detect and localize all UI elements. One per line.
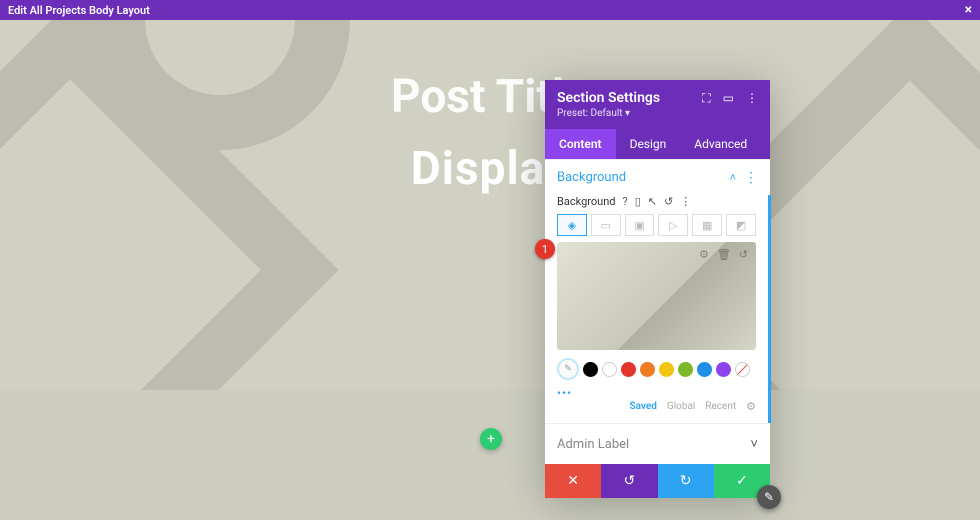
background-body: Background ? ▯ ↖ ↺ ⋮ ◈ ▭ ▣ ▷ ▦ ◩ ⚙ 🗑 ↺	[545, 195, 771, 423]
bg-type-pattern[interactable]: ▦	[692, 214, 722, 236]
close-icon[interactable]: ×	[965, 2, 972, 18]
swatch-clear[interactable]	[735, 362, 750, 377]
hero-text: Post Title Display	[0, 70, 980, 196]
bg-type-video[interactable]: ▷	[658, 214, 688, 236]
tab-advanced[interactable]: Advanced	[680, 129, 761, 159]
settings-panel: 1 Section Settings ⛶ ▭ ⋮ Preset: Default…	[545, 80, 770, 498]
palette-tab-global[interactable]: Global	[667, 401, 695, 412]
edit-fab[interactable]: ✎	[757, 485, 781, 509]
swatch-empty[interactable]	[602, 362, 617, 377]
drag-icon[interactable]: ▭	[723, 91, 734, 106]
swatch-green[interactable]	[678, 362, 693, 377]
expand-icon[interactable]: ⛶	[702, 91, 710, 106]
more-swatches-icon[interactable]: •••	[557, 386, 756, 400]
bg-type-color[interactable]: ◈	[557, 214, 587, 236]
panel-title: Section Settings	[557, 90, 660, 106]
add-section-button[interactable]: +	[480, 428, 502, 450]
tab-content[interactable]: Content	[545, 129, 616, 159]
top-bar: Edit All Projects Body Layout ×	[0, 0, 980, 20]
color-picker-button[interactable]	[557, 358, 579, 380]
swatch-red[interactable]	[621, 362, 636, 377]
canvas: Post Title Display +	[0, 20, 980, 520]
tab-design[interactable]: Design	[616, 129, 681, 159]
swatch-yellow[interactable]	[659, 362, 674, 377]
panel-header: Section Settings ⛶ ▭ ⋮ Preset: Default ▾	[545, 80, 770, 129]
panel-actions: ✕ ↺ ↻ ✓	[545, 464, 770, 498]
section-menu-icon[interactable]: ⋮	[744, 171, 758, 185]
palette-tab-recent[interactable]: Recent	[705, 401, 736, 412]
phone-icon[interactable]: ▯	[635, 195, 641, 208]
bg-type-gradient[interactable]: ▭	[591, 214, 621, 236]
top-bar-title: Edit All Projects Body Layout	[8, 4, 150, 17]
swatch-purple[interactable]	[716, 362, 731, 377]
background-label-row: Background ? ▯ ↖ ↺ ⋮	[557, 195, 756, 208]
more-icon[interactable]: ⋮	[680, 195, 691, 208]
preset-selector[interactable]: Preset: Default ▾	[557, 108, 758, 129]
panel-menu-icon[interactable]: ⋮	[746, 91, 758, 106]
background-section: Background ˄ ⋮ Background ? ▯ ↖ ↺ ⋮ ◈ ▭ …	[545, 159, 770, 423]
redo-button[interactable]: ↻	[658, 464, 714, 498]
background-heading-label: Background	[557, 170, 626, 185]
background-preview[interactable]: ⚙ 🗑 ↺	[557, 242, 756, 350]
undo-button[interactable]: ↺	[601, 464, 657, 498]
help-icon[interactable]: ?	[622, 195, 627, 208]
discard-button[interactable]: ✕	[545, 464, 601, 498]
hover-icon[interactable]: ↖	[648, 195, 657, 208]
color-swatches	[557, 358, 756, 380]
bg-type-mask[interactable]: ◩	[726, 214, 756, 236]
step-badge: 1	[535, 239, 555, 259]
palette-tab-saved[interactable]: Saved	[630, 401, 657, 412]
bg-type-image[interactable]: ▣	[625, 214, 655, 236]
hero-section: Post Title Display	[0, 20, 980, 420]
background-label: Background	[557, 195, 615, 208]
swatch-orange[interactable]	[640, 362, 655, 377]
background-type-tabs: ◈ ▭ ▣ ▷ ▦ ◩	[557, 214, 756, 236]
chevron-up-icon: ˄	[730, 171, 736, 184]
reset-icon[interactable]: ↺	[664, 195, 673, 208]
hero-line1: Post Title	[0, 70, 980, 124]
hero-line2: Display	[0, 142, 980, 196]
preview-delete-icon[interactable]: 🗑	[717, 248, 731, 261]
admin-label-section[interactable]: Admin Label ˅	[545, 423, 770, 464]
panel-tabs: Content Design Advanced	[545, 129, 770, 159]
background-heading[interactable]: Background ˄ ⋮	[545, 160, 770, 195]
palette-settings-icon[interactable]: ⚙	[746, 400, 756, 413]
swatch-blue[interactable]	[697, 362, 712, 377]
admin-label-text: Admin Label	[557, 437, 629, 452]
preview-reset-icon[interactable]: ↺	[739, 248, 748, 261]
preview-settings-icon[interactable]: ⚙	[699, 248, 709, 261]
chevron-down-icon: ˅	[750, 436, 758, 452]
canvas-footer	[0, 390, 980, 520]
palette-tabs: Saved Global Recent ⚙	[557, 400, 756, 413]
swatch-black[interactable]	[583, 362, 598, 377]
